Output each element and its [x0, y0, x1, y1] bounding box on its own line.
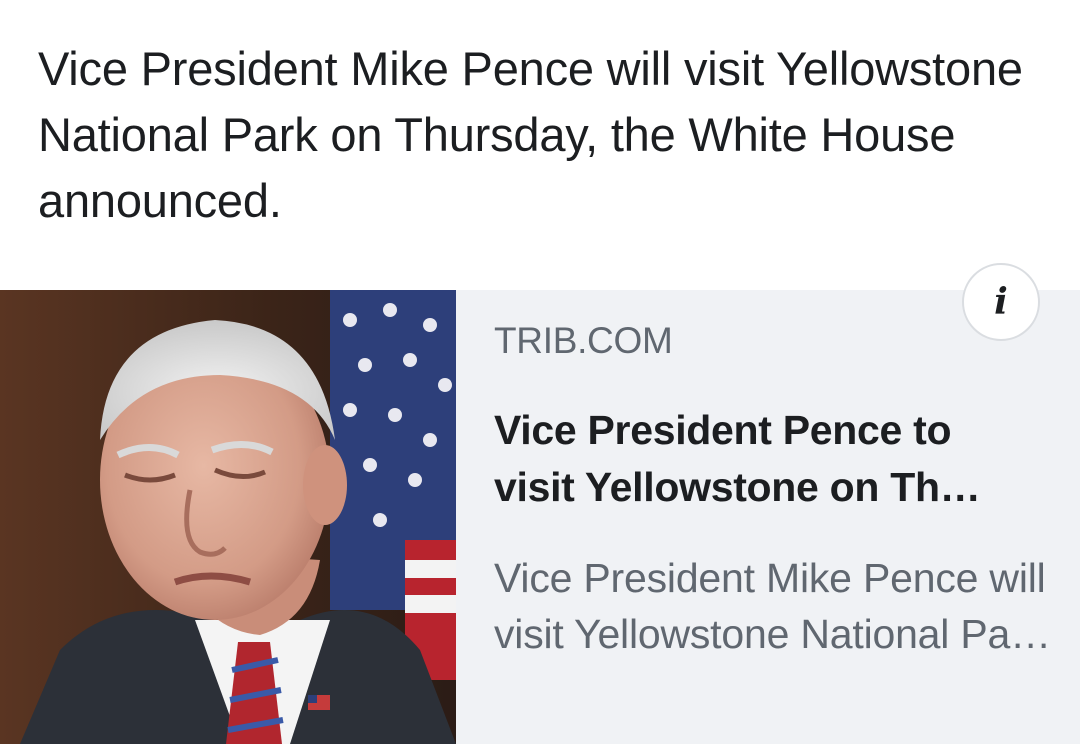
- link-headline[interactable]: Vice President Pence to visit Yellowston…: [494, 402, 1039, 516]
- info-icon[interactable]: i: [962, 263, 1040, 341]
- article-thumbnail[interactable]: [0, 290, 456, 744]
- link-description: Vice President Mike Pence will visit Yel…: [494, 555, 1051, 657]
- news-photo-icon: [0, 290, 456, 744]
- link-domain: TRIB.COM: [494, 320, 673, 361]
- link-card-body[interactable]: TRIB.COM Vice President Pence to visit Y…: [494, 290, 1054, 744]
- post-text: Vice President Mike Pence will visit Yel…: [38, 42, 1023, 227]
- link-preview-card[interactable]: TRIB.COM Vice President Pence to visit Y…: [0, 290, 1080, 744]
